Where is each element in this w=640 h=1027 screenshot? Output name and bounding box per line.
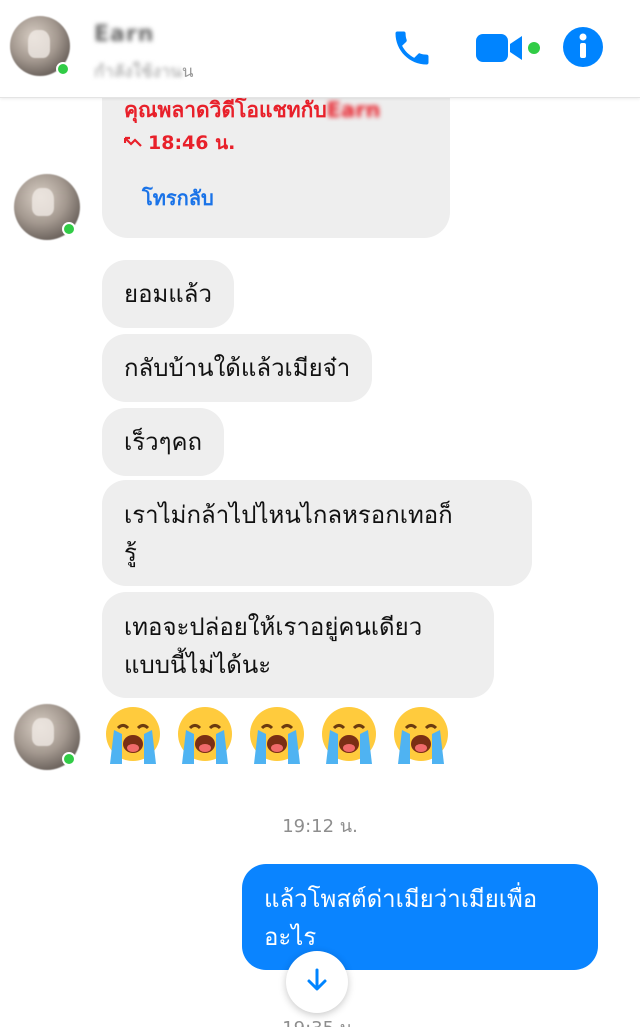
timestamp: 19:12 น. (282, 816, 358, 837)
message-bubble-outgoing[interactable]: แล้วโพสต์ด่าเมียว่าเมียเพื่อ อะไร (242, 864, 598, 970)
loudly-crying-face-icon (250, 707, 304, 764)
loudly-crying-face-icon (394, 707, 448, 764)
loudly-crying-face-icon (106, 707, 160, 764)
contact-name[interactable]: Earn (94, 22, 154, 47)
online-indicator (62, 222, 76, 236)
loudly-crying-face-icon (322, 707, 376, 764)
online-indicator (62, 752, 76, 766)
message-bubble-incoming[interactable]: เทอจะปล่อยให้เราอยู่คนเดียว แบบนี้ไม่ได้… (102, 592, 494, 698)
emoji-message[interactable] (104, 704, 450, 768)
timestamp: 19:35 น. (260, 1013, 380, 1027)
message-bubble-incoming[interactable]: กลับบ้านใด้แล้วเมียจ๋า (102, 334, 373, 402)
arrow-down-icon (303, 966, 331, 998)
message-bubble-incoming[interactable]: เราไม่กล้าไปไหนไกลหรอกเทอก็ รู้ (102, 480, 532, 586)
message-bubble-incoming[interactable]: เร็วๆคถ (102, 408, 225, 476)
missed-call-arrow-icon (123, 132, 142, 154)
conversation-header: Earn กำลังใช้งานน (0, 0, 640, 98)
contact-status: กำลังใช้งานน (94, 62, 194, 82)
callback-button[interactable]: โทรกลับ (142, 182, 214, 214)
video-call-icon[interactable] (474, 30, 542, 70)
scroll-to-bottom-button[interactable] (286, 951, 348, 1013)
missed-call-title: คุณพลาดวิดีโอแชทกับEarn (124, 98, 381, 122)
online-indicator (56, 62, 70, 76)
missed-call-time: 18:46 น. (123, 128, 235, 158)
phone-icon[interactable] (390, 26, 434, 74)
info-icon[interactable] (562, 26, 604, 72)
message-bubble-incoming[interactable]: ยอมแล้ว (102, 260, 234, 328)
loudly-crying-face-icon (178, 707, 232, 764)
